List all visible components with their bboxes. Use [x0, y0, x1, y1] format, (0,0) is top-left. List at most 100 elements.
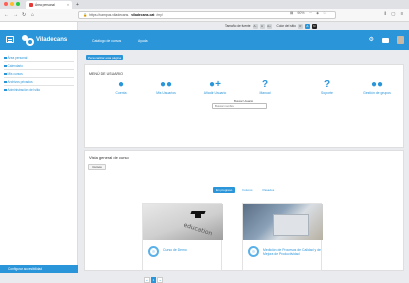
sidebar-toggle-icon[interactable]: ▢	[391, 11, 395, 17]
menu-item-label: Gestión de grupos	[363, 91, 391, 95]
laptop-image	[273, 214, 309, 236]
browser-tab[interactable]: Área personal ×	[26, 1, 72, 9]
close-tab-icon[interactable]: ×	[67, 3, 69, 7]
progress-circle-icon	[148, 246, 159, 257]
home-icon[interactable]: ⌂	[31, 12, 34, 18]
new-tab-icon[interactable]: +	[76, 2, 79, 8]
messages-icon[interactable]	[382, 37, 389, 43]
menu-item-support[interactable]: ? Soporte	[307, 79, 347, 95]
color-dark-button[interactable]: N	[311, 23, 317, 29]
divider	[4, 85, 74, 86]
reload-icon[interactable]: ↻	[22, 12, 26, 18]
sidebar-item-site-admin[interactable]: Administración del sitio	[4, 88, 40, 92]
reader-icon[interactable]: ▤	[290, 11, 293, 15]
sidebar-item-dashboard[interactable]: Área personal	[4, 56, 27, 60]
course-card[interactable]: education Curso de Demo	[142, 203, 223, 271]
user-tools: ⚙	[369, 36, 404, 44]
title-bar: Área personal × +	[0, 0, 409, 9]
color-alt-button[interactable]: A	[304, 23, 310, 29]
sidebar: Área personal Calendario Mis cursos Arch…	[0, 22, 78, 273]
group-icon: ●●	[370, 79, 384, 90]
nav-link-help[interactable]: Ayuda	[138, 39, 148, 43]
page-1-button[interactable]: 1	[150, 277, 157, 283]
library-icon[interactable]: ⫴	[384, 11, 386, 17]
nav-link-catalog[interactable]: Catálogo de cursos	[92, 39, 121, 43]
prev-page-button[interactable]: «	[144, 277, 150, 283]
users-icon: ●●	[159, 79, 173, 90]
menu-item-label: Cuenta	[115, 91, 127, 95]
sidebar-item-private-files[interactable]: Archivos privados	[4, 80, 33, 84]
site-color-label: Color del sitio	[276, 24, 296, 28]
zoom-level[interactable]: 90%	[297, 11, 304, 15]
menu-toggle-icon[interactable]	[6, 36, 14, 43]
close-window-button[interactable]	[4, 2, 8, 6]
search-user-input[interactable]	[212, 103, 267, 109]
progress-circle-icon	[248, 246, 259, 257]
lock-icon: 🔒	[83, 13, 88, 17]
home-icon	[4, 56, 7, 60]
font-increase-button[interactable]: A+	[266, 23, 272, 29]
navigation-bar: ← → ↻ ⌂ 🔒 https://campus.viladecans. vila…	[0, 9, 409, 22]
graduation-cap-base	[195, 213, 201, 218]
calendar-icon	[4, 64, 7, 68]
minimize-window-button[interactable]	[10, 2, 14, 6]
file-icon	[4, 80, 7, 84]
course-image: education	[143, 204, 223, 240]
sidebar-item-label: Mis cursos	[7, 72, 23, 76]
menu-item-account[interactable]: ● Cuenta	[101, 79, 141, 95]
accessibility-settings-button[interactable]: Configurar accesibilidad	[0, 265, 78, 273]
url-icons: ▤ 90% ⋯ ◈ ☆	[290, 11, 326, 15]
menu-item-add-user[interactable]: ●+ Añadir Usuario	[195, 79, 235, 95]
bookmark-star-icon[interactable]: ☆	[323, 11, 326, 15]
question-icon: ?	[261, 79, 269, 90]
course-card[interactable]: Medición de Procesos de Calidad y de Mej…	[242, 203, 323, 271]
sidebar-item-my-courses[interactable]: Mis cursos	[4, 72, 23, 76]
wrench-icon	[4, 88, 7, 92]
user-icon: ●	[117, 79, 125, 90]
font-decrease-button[interactable]: A-	[252, 23, 258, 29]
course-name[interactable]: Curso de Demo	[163, 248, 221, 252]
page: Tamaño de fuente A- A A+ Color del sitio…	[0, 22, 409, 283]
settings-gear-icon[interactable]: ⚙	[369, 37, 374, 43]
sidebar-item-calendar[interactable]: Calendario	[4, 64, 23, 68]
shield-icon[interactable]: ◈	[316, 11, 319, 15]
user-menu-block: MENÚ DE USUARIO ● Cuenta ●● Mis Usuarios ●…	[84, 64, 404, 148]
tab-in-progress[interactable]: En progreso	[213, 187, 236, 193]
color-reset-button[interactable]: R	[297, 23, 303, 29]
pagination: « 1 »	[144, 277, 164, 283]
forward-icon[interactable]: →	[13, 12, 18, 18]
avatar[interactable]	[397, 36, 404, 44]
browser-chrome: Área personal × + ← → ↻ ⌂ 🔒 https://camp…	[0, 0, 409, 22]
menu-item-my-users[interactable]: ●● Mis Usuarios	[146, 79, 186, 95]
tab-future[interactable]: Futuros	[239, 187, 255, 193]
course-image	[243, 204, 323, 240]
customize-page-button[interactable]: Personalizar esta página	[86, 55, 124, 60]
menu-item-label: Soporte	[321, 91, 333, 95]
courses-filter-button[interactable]: Cursos	[88, 164, 106, 170]
tab-title: Área personal	[35, 3, 55, 7]
more-icon[interactable]: ⋯	[309, 11, 313, 15]
site-logo[interactable]: Viladecans	[22, 34, 67, 46]
accessibility-bar: Tamaño de fuente A- A A+ Color del sitio…	[225, 23, 317, 29]
course-overview-block: Vista general de curso Cursos En progres…	[84, 150, 404, 283]
course-tabs: En progreso Futuros Pasados	[213, 187, 277, 193]
menu-item-manual[interactable]: ? Manual	[245, 79, 285, 95]
next-page-button[interactable]: »	[157, 277, 164, 283]
sidebar-item-label: Administración del sitio	[7, 88, 41, 92]
brand-name: Viladecans	[36, 37, 68, 43]
course-name[interactable]: Medición de Procesos de Calidad y de Mej…	[263, 248, 321, 256]
maximize-window-button[interactable]	[16, 2, 20, 6]
tab-past[interactable]: Pasados	[260, 187, 278, 193]
font-size-label: Tamaño de fuente	[225, 24, 251, 28]
menu-item-groups[interactable]: ●● Gestión de grupos	[357, 79, 397, 95]
back-icon[interactable]: ←	[4, 12, 9, 18]
menu-item-label: Mis Usuarios	[156, 91, 176, 95]
font-reset-button[interactable]: A	[259, 23, 265, 29]
footer-label: Configurar accesibilidad	[8, 267, 43, 271]
url-domain: viladecans.cat	[131, 13, 155, 17]
menu-icon[interactable]: ≡	[400, 11, 403, 17]
menu-item-label: Manual	[259, 91, 271, 95]
top-navbar: Catálogo de cursos Ayuda ⚙	[78, 30, 409, 50]
question-icon: ?	[323, 79, 331, 90]
favicon-icon	[29, 3, 33, 7]
